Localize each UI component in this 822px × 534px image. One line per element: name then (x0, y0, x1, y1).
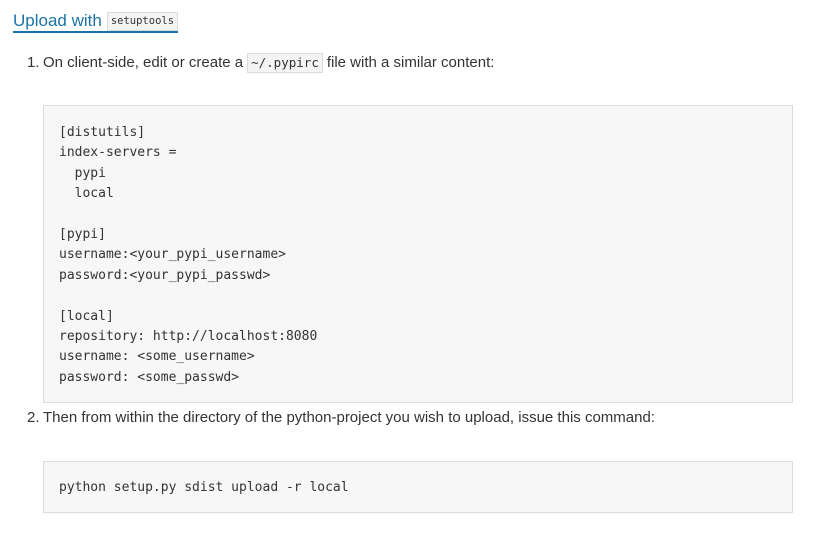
step-1-number: 1. (27, 54, 40, 71)
step-2-text: Then from within the directory of the py… (43, 409, 655, 426)
document-page: Upload with setuptools 1. On client-side… (0, 0, 822, 534)
list-item-step-2: 2. Then from within the directory of the… (27, 408, 655, 428)
upload-command-code-block: python setup.py sdist upload -r local (43, 461, 793, 513)
pypirc-code-content: [distutils] index-servers = pypi local [… (59, 125, 318, 385)
setuptools-code[interactable]: setuptools (106, 11, 179, 31)
upload-command-content: python setup.py sdist upload -r local (59, 480, 349, 495)
step-1-text-after: file with a similar content: (326, 54, 495, 71)
pypirc-code-block: [distutils] index-servers = pypi local [… (43, 105, 793, 403)
list-item-step-1: 1. On client-side, edit or create a ~/.p… (27, 53, 494, 73)
section-heading-text[interactable]: Upload with (13, 11, 102, 31)
pypirc-inline-code: ~/.pypirc (247, 53, 323, 73)
section-heading-link[interactable]: Upload with setuptools (13, 11, 179, 33)
section-heading: Upload with setuptools (13, 10, 179, 34)
step-1-text-before: On client-side, edit or create a (43, 54, 244, 71)
step-2-number: 2. (27, 409, 40, 426)
